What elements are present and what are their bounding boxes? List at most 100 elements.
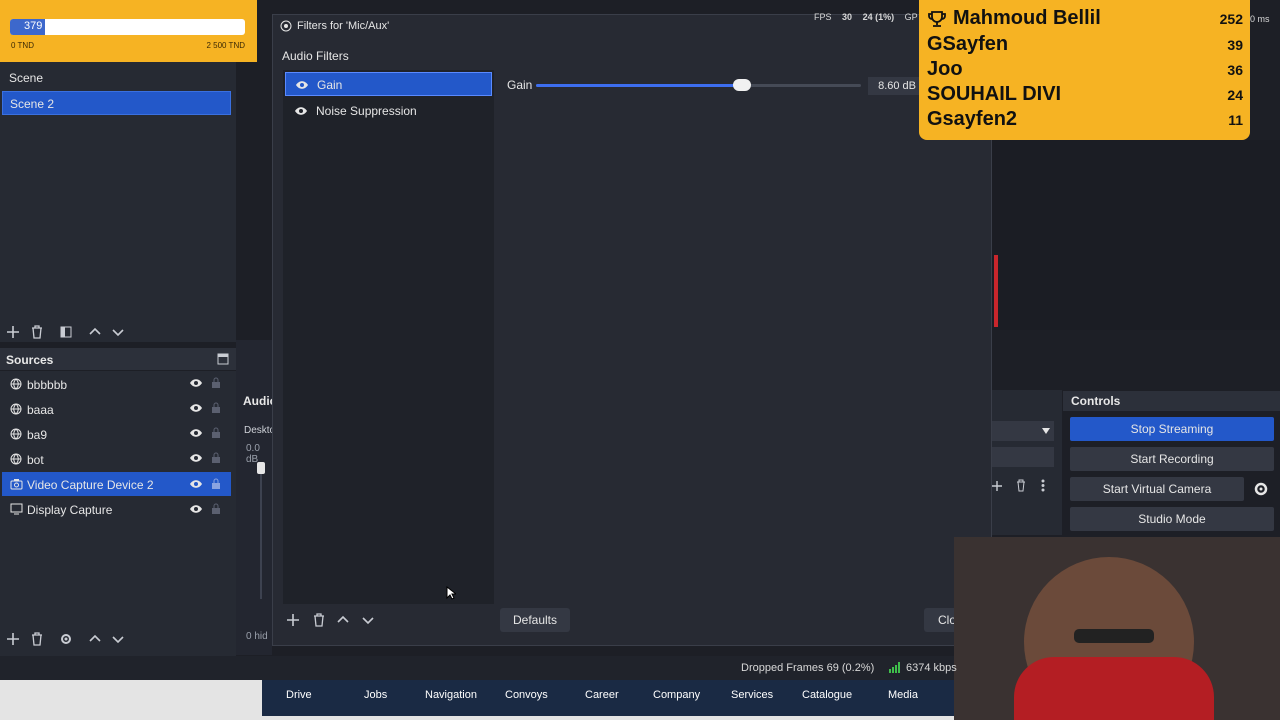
gain-label: Gain: [507, 78, 533, 92]
gain-value-input[interactable]: 8.60 dB: [868, 77, 922, 95]
camera-icon: [10, 479, 23, 490]
add-source-icon[interactable]: [5, 631, 21, 647]
nav-jobs[interactable]: Jobs: [364, 689, 387, 701]
scene-item-selected[interactable]: Scene 2: [2, 91, 231, 115]
nav-navigation[interactable]: Navigation: [425, 689, 477, 701]
globe-icon: [10, 403, 22, 415]
leaderboard-name: GSayfen: [927, 33, 1009, 55]
donation-goal-widget: 379 0 TND 2 500 TND: [0, 0, 257, 62]
eye-icon[interactable]: [189, 378, 203, 388]
signal-icon: [889, 662, 900, 673]
eye-icon[interactable]: [189, 403, 203, 413]
duration-input[interactable]: [992, 447, 1054, 467]
stats-ms: 0 ms: [1250, 14, 1270, 24]
nav-convoys[interactable]: Convoys: [505, 689, 548, 701]
controls-title: Controls: [1071, 394, 1121, 408]
start-recording-button[interactable]: Start Recording: [1070, 447, 1274, 471]
audio-filters-label: Audio Filters: [282, 49, 349, 63]
move-up-icon[interactable]: [87, 631, 103, 647]
scene-item[interactable]: Scene: [2, 66, 231, 90]
eye-icon[interactable]: [189, 479, 203, 489]
globe-icon: [10, 453, 22, 465]
add-transition-icon[interactable]: [991, 480, 1003, 492]
source-label: bot: [27, 453, 44, 467]
volume-slider-handle[interactable]: [257, 462, 265, 474]
leaderboard-name: Joo: [927, 58, 963, 80]
lock-icon[interactable]: [211, 402, 221, 414]
add-scene-icon[interactable]: [5, 324, 21, 340]
goal-min-label: 0 TND: [11, 41, 34, 50]
move-down-icon[interactable]: [110, 324, 126, 340]
source-label: Display Capture: [27, 503, 113, 517]
source-label: baaa: [27, 403, 54, 417]
source-label: bbbbbb: [27, 378, 68, 392]
leaderboard-score: 11: [1228, 112, 1243, 128]
globe-icon: [10, 378, 22, 390]
gain-slider-handle[interactable]: [733, 79, 751, 91]
delete-transition-icon[interactable]: [1015, 479, 1027, 492]
start-virtual-camera-button[interactable]: Start Virtual Camera: [1070, 477, 1244, 501]
nav-catalogue[interactable]: Catalogue: [802, 689, 852, 701]
eye-icon[interactable]: [189, 453, 203, 463]
obs-logo-icon: [280, 20, 292, 32]
fps-label: FPS: [814, 12, 832, 22]
eye-icon[interactable]: [189, 428, 203, 438]
goal-current-value: 379: [24, 20, 43, 32]
delete-filter-icon[interactable]: [311, 612, 327, 628]
preview-area: [992, 140, 1280, 330]
gain-slider-track[interactable]: [536, 84, 861, 87]
undock-icon[interactable]: [217, 353, 229, 365]
add-filter-icon[interactable]: [285, 612, 301, 628]
filter-item-gain[interactable]: Gain: [285, 72, 492, 96]
nav-services[interactable]: Services: [731, 689, 773, 701]
lock-icon[interactable]: [211, 503, 221, 515]
lock-icon[interactable]: [211, 478, 221, 490]
source-label: Video Capture Device 2: [27, 478, 154, 492]
leaderboard-score: 24: [1227, 87, 1243, 103]
stats-bar: FPS 30 24 (1%) GP: [800, 12, 918, 26]
eye-icon[interactable]: [189, 504, 203, 514]
virtual-camera-settings-icon[interactable]: [1249, 477, 1273, 501]
transition-select[interactable]: [992, 421, 1054, 441]
monitor-icon: [10, 503, 23, 515]
volume-slider-track[interactable]: [260, 474, 262, 599]
leaderboard-score: 36: [1227, 62, 1243, 78]
filter-scene-icon[interactable]: [58, 324, 74, 340]
filter-item-noise-suppression[interactable]: Noise Suppression: [285, 99, 492, 123]
move-up-icon[interactable]: [87, 324, 103, 340]
leaderboard-score: 39: [1227, 37, 1243, 53]
lock-icon[interactable]: [211, 427, 221, 439]
transitions-panel: [992, 390, 1062, 535]
studio-mode-button[interactable]: Studio Mode: [1070, 507, 1274, 531]
defaults-button[interactable]: Defaults: [500, 608, 570, 632]
sources-title: Sources: [6, 353, 54, 367]
gear-icon[interactable]: [58, 631, 74, 647]
move-down-icon[interactable]: [110, 631, 126, 647]
lock-icon[interactable]: [211, 452, 221, 464]
leaderboard-row: Gsayfen2 11: [927, 108, 1243, 133]
goal-progress-track: [10, 19, 245, 35]
eye-icon[interactable]: [295, 80, 309, 90]
webcam-feed: [954, 537, 1280, 720]
more-icon[interactable]: [1041, 479, 1045, 492]
nav-media[interactable]: Media: [888, 689, 918, 701]
nav-drive[interactable]: Drive: [286, 689, 312, 701]
leaderboard-name: Gsayfen2: [927, 108, 1018, 130]
eye-icon[interactable]: [294, 106, 308, 116]
stop-streaming-button[interactable]: Stop Streaming: [1070, 417, 1274, 441]
delete-source-icon[interactable]: [29, 631, 45, 647]
leaderboard-score: 252: [1219, 11, 1243, 27]
nav-career[interactable]: Career: [585, 689, 619, 701]
gain-slider-fill: [536, 84, 741, 87]
leaderboard-row: SOUHAIL DIVI 24: [927, 83, 1243, 108]
move-filter-up-icon[interactable]: [335, 612, 351, 628]
move-filter-down-icon[interactable]: [360, 612, 376, 628]
frames-value: 24 (1%): [862, 12, 895, 22]
nav-company[interactable]: Company: [653, 689, 700, 701]
dialog-title: Filters for 'Mic/Aux': [297, 20, 390, 32]
lock-icon[interactable]: [211, 377, 221, 389]
delete-scene-icon[interactable]: [29, 324, 45, 340]
audio-mixer-panel: Audio Deskto 0.0 dB 0 hid: [236, 340, 277, 655]
mouse-cursor-icon: [446, 586, 456, 600]
source-label: ba9: [27, 428, 48, 442]
